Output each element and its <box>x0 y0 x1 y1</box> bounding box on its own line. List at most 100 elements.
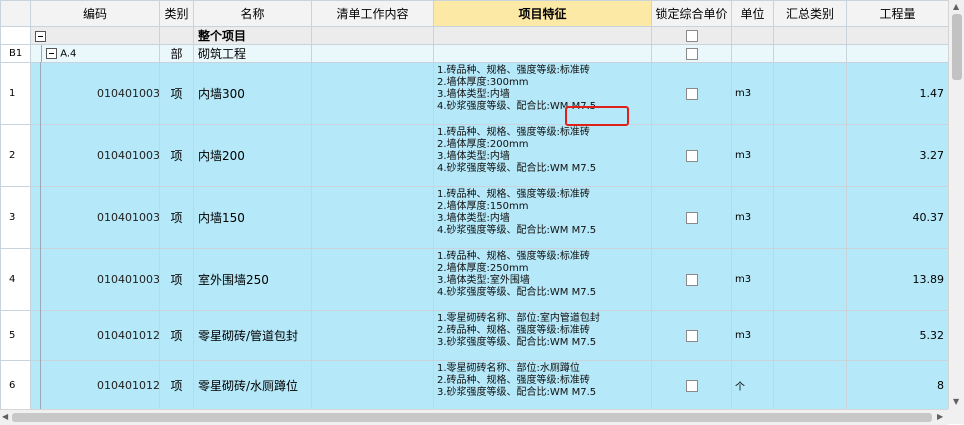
code-cell[interactable]: 010401003002 <box>30 124 160 187</box>
scroll-corner <box>948 409 964 424</box>
table-row[interactable]: 5 010401012001 项 零星砌砖/管道包封 1.零星砌砖名称、部位:室… <box>0 310 948 361</box>
bill-grid: 编码 类别 名称 清单工作内容 项目特征 锁定综合单价 单位 汇总类别 工程量 … <box>0 0 948 409</box>
horizontal-scroll-thumb[interactable] <box>12 413 932 422</box>
qty-cell[interactable]: 13.89 <box>846 248 948 311</box>
content-cell[interactable] <box>311 62 434 125</box>
unit-cell[interactable]: m3 <box>731 62 774 125</box>
section-row[interactable]: B1 A.4 部 砌筑工程 <box>0 44 948 63</box>
collapse-icon[interactable] <box>35 30 46 42</box>
table-row[interactable]: 2 010401003002 项 内墙200 1.砖品种、规格、强度等级:标准砖… <box>0 124 948 187</box>
unit-cell[interactable]: m3 <box>731 186 774 249</box>
row-number: 4 <box>0 248 31 311</box>
row-number: 1 <box>0 62 31 125</box>
row-number <box>0 26 31 45</box>
scroll-right-icon[interactable]: ▶ <box>937 412 943 422</box>
col-lock-header[interactable]: 锁定综合单价 <box>651 0 732 27</box>
section-name-cell: 砌筑工程 <box>193 44 312 63</box>
name-cell[interactable]: 室外围墙250 <box>193 248 312 311</box>
highlight-box <box>565 106 629 126</box>
collapse-icon[interactable] <box>46 48 57 59</box>
scroll-up-icon[interactable]: ▲ <box>953 2 959 12</box>
content-cell[interactable] <box>311 360 434 409</box>
feature-cell[interactable]: 1.零星砌砖名称、部位:水厕蹲位 2.砖品种、规格、强度等级:标准砖 3.砂浆强度… <box>433 360 652 409</box>
content-cell[interactable] <box>311 124 434 187</box>
horizontal-scrollbar[interactable]: ◀ ▶ <box>0 409 948 425</box>
code-cell[interactable]: 010401003006 <box>30 248 160 311</box>
lock-checkbox[interactable] <box>685 330 698 342</box>
scroll-left-icon[interactable]: ◀ <box>2 412 8 422</box>
row-number: 5 <box>0 310 31 361</box>
sum-cell[interactable] <box>773 248 847 311</box>
feature-cell[interactable]: 1.零星砌砖名称、部位:室内管道包封 2.砖品种、规格、强度等级:标准砖 3.砂浆… <box>433 310 652 361</box>
col-qty-header[interactable]: 工程量 <box>846 0 948 27</box>
whole-code-cell <box>30 26 160 45</box>
code-cell[interactable]: 010401012001 <box>30 310 160 361</box>
col-name-header[interactable]: 名称 <box>193 0 312 27</box>
kind-cell[interactable]: 项 <box>159 360 194 409</box>
qty-cell[interactable]: 1.47 <box>846 62 948 125</box>
lock-checkbox[interactable] <box>685 380 698 392</box>
sum-cell[interactable] <box>773 62 847 125</box>
feature-cell[interactable]: 1.砖品种、规格、强度等级:标准砖 2.墙体厚度:150mm 3.墙体类型:内墙 4… <box>433 186 652 249</box>
lock-checkbox[interactable] <box>685 274 698 286</box>
name-cell[interactable]: 零星砌砖/管道包封 <box>193 310 312 361</box>
kind-cell[interactable]: 项 <box>159 186 194 249</box>
table-row[interactable]: 6 010401012002 项 零星砌砖/水厕蹲位 1.零星砌砖名称、部位:水… <box>0 360 948 409</box>
section-code-cell: A.4 <box>30 44 160 63</box>
unit-cell[interactable]: m3 <box>731 124 774 187</box>
scroll-down-icon[interactable]: ▼ <box>953 397 959 407</box>
kind-cell[interactable]: 项 <box>159 124 194 187</box>
col-kind-header[interactable]: 类别 <box>159 0 194 27</box>
vertical-scroll-thumb[interactable] <box>952 14 962 80</box>
qty-cell[interactable]: 3.27 <box>846 124 948 187</box>
unit-cell[interactable]: m3 <box>731 248 774 311</box>
feature-cell[interactable]: 1.砖品种、规格、强度等级:标准砖 2.墙体厚度:250mm 3.墙体类型:室外围… <box>433 248 652 311</box>
table-row[interactable]: 4 010401003006 项 室外围墙250 1.砖品种、规格、强度等级:标… <box>0 248 948 311</box>
lock-checkbox[interactable] <box>685 88 698 100</box>
name-cell[interactable]: 内墙300 <box>193 62 312 125</box>
name-cell[interactable]: 零星砌砖/水厕蹲位 <box>193 360 312 409</box>
row-number: 3 <box>0 186 31 249</box>
table-row[interactable]: 3 010401003003 项 内墙150 1.砖品种、规格、强度等级:标准砖… <box>0 186 948 249</box>
col-unit-header[interactable]: 单位 <box>731 0 774 27</box>
col-code-header[interactable]: 编码 <box>30 0 160 27</box>
col-sum-header[interactable]: 汇总类别 <box>773 0 847 27</box>
sum-cell[interactable] <box>773 310 847 361</box>
unit-cell[interactable]: 个 <box>731 360 774 409</box>
content-cell[interactable] <box>311 186 434 249</box>
lock-checkbox[interactable] <box>685 150 698 162</box>
kind-cell[interactable]: 项 <box>159 310 194 361</box>
qty-cell[interactable]: 8 <box>846 360 948 409</box>
col-feature-header[interactable]: 项目特征 <box>433 0 652 27</box>
row-number: B1 <box>0 44 31 63</box>
content-cell[interactable] <box>311 310 434 361</box>
lock-checkbox[interactable] <box>685 212 698 224</box>
header-row: 编码 类别 名称 清单工作内容 项目特征 锁定综合单价 单位 汇总类别 工程量 <box>0 0 948 27</box>
whole-name-cell: 整个项目 <box>193 26 312 45</box>
feature-cell[interactable]: 1.砖品种、规格、强度等级:标准砖 2.墙体厚度:200mm 3.墙体类型:内墙 4… <box>433 124 652 187</box>
qty-cell[interactable]: 40.37 <box>846 186 948 249</box>
code-cell[interactable]: 010401012002 <box>30 360 160 409</box>
unit-cell[interactable]: m3 <box>731 310 774 361</box>
code-cell[interactable]: 010401003003 <box>30 186 160 249</box>
kind-cell[interactable]: 项 <box>159 248 194 311</box>
kind-cell[interactable]: 项 <box>159 62 194 125</box>
whole-project-row[interactable]: 整个项目 <box>0 26 948 45</box>
lock-checkbox[interactable] <box>685 30 698 42</box>
row-number: 2 <box>0 124 31 187</box>
col-content-header[interactable]: 清单工作内容 <box>311 0 434 27</box>
content-cell[interactable] <box>311 248 434 311</box>
code-cell[interactable]: 010401003001 <box>30 62 160 125</box>
table-row[interactable]: 1 010401003001 项 内墙300 1.砖品种、规格、强度等级:标准砖… <box>0 62 948 125</box>
lock-checkbox[interactable] <box>685 48 698 60</box>
corner-header <box>0 0 31 27</box>
tree-guide-line <box>40 62 41 409</box>
sum-cell[interactable] <box>773 124 847 187</box>
vertical-scrollbar[interactable]: ▲ ▼ <box>948 0 964 409</box>
row-number: 6 <box>0 360 31 409</box>
name-cell[interactable]: 内墙200 <box>193 124 312 187</box>
sum-cell[interactable] <box>773 360 847 409</box>
sum-cell[interactable] <box>773 186 847 249</box>
qty-cell[interactable]: 5.32 <box>846 310 948 361</box>
name-cell[interactable]: 内墙150 <box>193 186 312 249</box>
